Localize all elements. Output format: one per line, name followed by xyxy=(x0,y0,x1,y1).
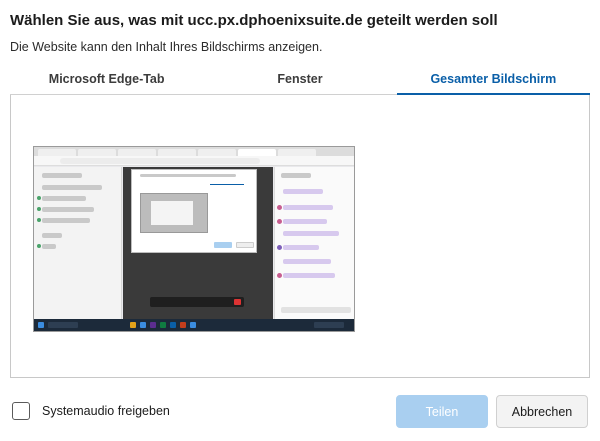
system-audio-checkbox[interactable] xyxy=(12,402,30,420)
system-audio-label: Systemaudio freigeben xyxy=(42,404,170,418)
tab-window[interactable]: Fenster xyxy=(203,65,396,94)
cancel-button[interactable]: Abbrechen xyxy=(496,395,588,428)
thumb-browser-tabbar xyxy=(34,147,354,156)
tab-edge-tab[interactable]: Microsoft Edge-Tab xyxy=(10,65,203,94)
share-button[interactable]: Teilen xyxy=(396,395,488,428)
thumb-address-bar xyxy=(34,156,354,166)
thumb-main-area xyxy=(123,167,273,321)
source-tabs: Microsoft Edge-Tab Fenster Gesamter Bild… xyxy=(10,65,591,95)
thumb-taskbar xyxy=(34,319,354,331)
dialog-subtitle: Die Website kann den Inhalt Ihres Bildsc… xyxy=(10,40,323,54)
dialog-title: Wählen Sie aus, was mit ucc.px.dphoenixs… xyxy=(10,12,498,29)
screen-thumbnail[interactable] xyxy=(33,146,355,332)
thumb-sidebar xyxy=(34,167,122,321)
tab-entire-screen[interactable]: Gesamter Bildschirm xyxy=(396,65,591,95)
thumb-popup xyxy=(131,169,257,253)
thumb-chat-panel xyxy=(274,167,354,321)
thumb-call-toolbar xyxy=(150,297,244,307)
screen-preview-area xyxy=(10,95,590,378)
screen-share-dialog: Wählen Sie aus, was mit ucc.px.dphoenixs… xyxy=(0,0,600,441)
